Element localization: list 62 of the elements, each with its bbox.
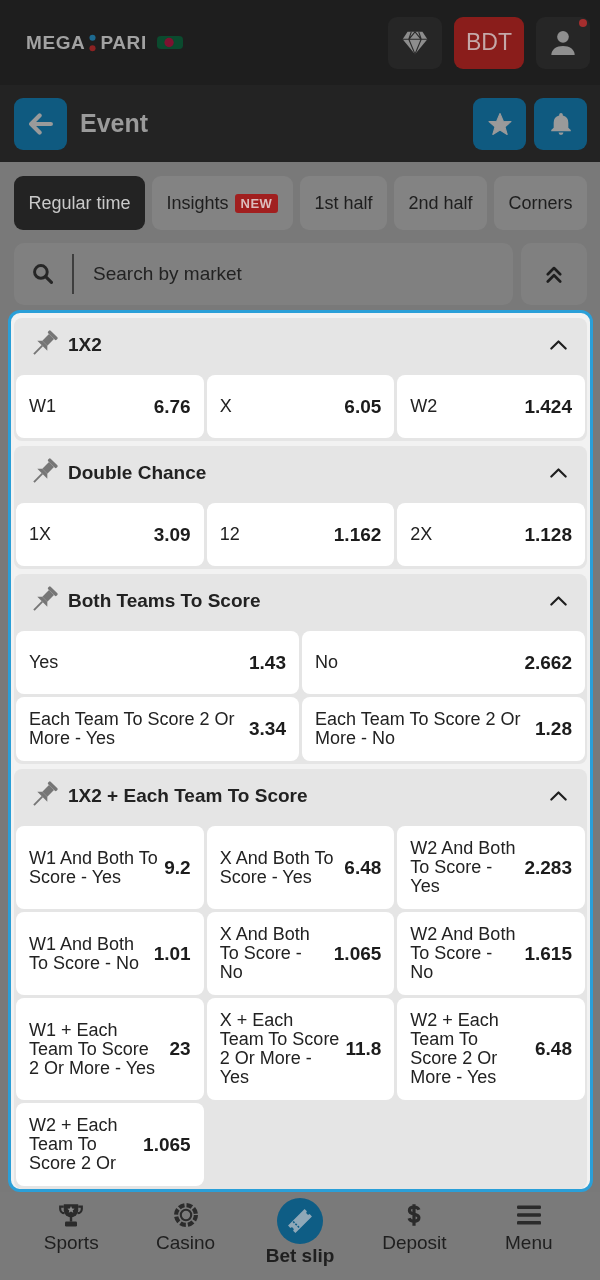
diamond-icon	[402, 30, 428, 55]
notifications-button[interactable]	[534, 97, 587, 150]
nav-button[interactable]: Casino	[128, 1192, 243, 1280]
pin-icon[interactable]	[33, 585, 59, 611]
currency-button[interactable]: BDT	[454, 16, 524, 69]
pin-icon[interactable]	[33, 329, 59, 355]
odds-button[interactable]: Yes 1.43	[16, 631, 299, 694]
back-button[interactable]	[14, 97, 67, 150]
odds-button[interactable]: X And Both To Score - No 1.065	[206, 912, 395, 995]
page-title: Event	[80, 109, 149, 138]
odds-button[interactable]: W2 And Both To Score - Yes 2.283	[397, 826, 585, 909]
logo-text: PARI	[100, 31, 147, 54]
flag-icon	[156, 36, 183, 49]
dots-icon	[89, 33, 97, 52]
odds-button[interactable]: 12 1.162	[206, 503, 395, 566]
nav-button[interactable]: Sports	[14, 1192, 129, 1280]
odds-button[interactable]: No 2.662	[302, 631, 585, 694]
chevron-up-icon[interactable]	[550, 468, 567, 478]
menu-icon	[516, 1203, 541, 1227]
odds-button[interactable]: W2 1.424	[397, 375, 585, 438]
odds-button[interactable]: X 6.05	[206, 375, 395, 438]
collapse-all-button[interactable]	[521, 243, 587, 305]
nav-button[interactable]: Menu	[471, 1192, 586, 1280]
tab[interactable]: Insights NEW	[152, 176, 293, 230]
double-chevron-up-icon	[546, 265, 562, 283]
account-button[interactable]	[536, 16, 590, 69]
pin-icon[interactable]	[33, 780, 59, 806]
market-title: Double Chance	[68, 462, 207, 484]
nav-button[interactable]: Deposit	[357, 1192, 472, 1280]
odds-button[interactable]: W1 + Each Team To Score 2 Or More - Yes 23	[16, 998, 204, 1100]
new-badge: NEW	[234, 193, 279, 213]
market-title: Both Teams To Score	[68, 590, 261, 612]
odds-button[interactable]: W2 + Each Team To Score 2 Or 1.065	[16, 1103, 204, 1186]
odds-button[interactable]: W1 6.76	[16, 375, 204, 438]
chevron-up-icon[interactable]	[550, 791, 567, 801]
search-field[interactable]: Search by market	[14, 243, 513, 305]
favorite-button[interactable]	[473, 97, 526, 150]
odds-button[interactable]: 1X 3.09	[16, 503, 204, 566]
market-title: 1X2	[68, 334, 102, 356]
search-icon	[33, 264, 53, 284]
search-input[interactable]: Search by market	[93, 254, 503, 294]
pin-icon[interactable]	[33, 457, 59, 483]
odds-button[interactable]: W2 And Both To Score - No 1.615	[397, 912, 585, 995]
chevron-up-icon[interactable]	[550, 340, 567, 350]
user-icon	[550, 30, 576, 55]
tab[interactable]: 2nd half	[393, 176, 487, 230]
odds-button[interactable]: W2 + Each Team To Score 2 Or More - Yes 6.48	[397, 998, 585, 1100]
tab[interactable]: Regular time	[14, 176, 146, 230]
chevron-up-icon[interactable]	[550, 596, 567, 606]
bell-icon	[548, 112, 573, 135]
tab[interactable]: 1st half	[299, 176, 387, 230]
diamond-button[interactable]	[388, 16, 442, 69]
arrow-left-icon	[28, 112, 53, 135]
tab[interactable]: Corners	[494, 176, 587, 230]
star-icon	[487, 112, 512, 135]
chip-icon	[173, 1203, 198, 1227]
odds-button[interactable]: 2X 1.128	[397, 503, 585, 566]
nav-button[interactable]: Bet slip	[242, 1192, 358, 1280]
trophy-icon	[59, 1203, 84, 1227]
market-title: 1X2 + Each Team To Score	[68, 785, 308, 807]
logo-text: MEGA	[26, 31, 86, 54]
ticket-icon	[277, 1198, 323, 1244]
